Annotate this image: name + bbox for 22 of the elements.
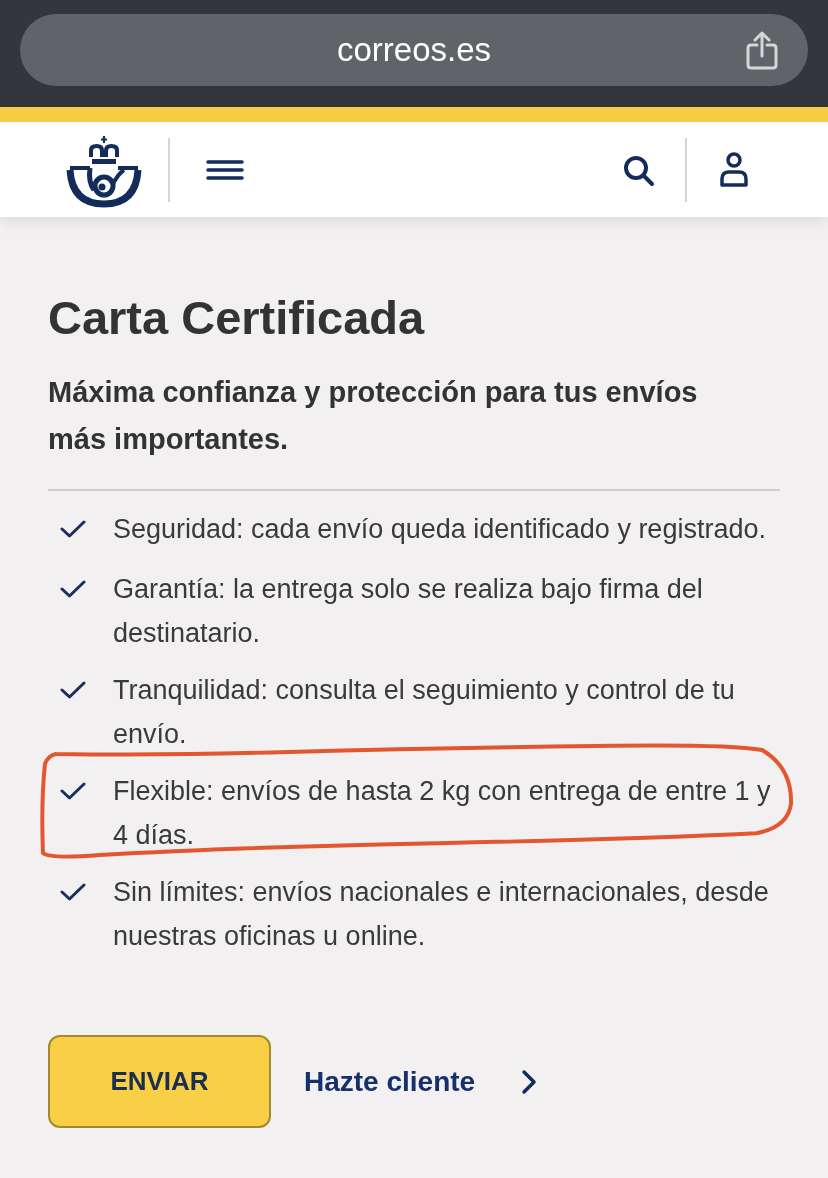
page-subtitle: Máxima confianza y protección para tus envíos más importantes.	[48, 375, 699, 457]
feature-text: Sin límites: envíos nacionales e internacionales, desde nuestras oficinas u online.	[113, 876, 770, 953]
become-client-link[interactable]: Hazte cliente	[304, 1065, 476, 1098]
post-horn-crown-logo-icon[interactable]	[66, 135, 142, 208]
menu-icon[interactable]	[206, 159, 244, 180]
share-icon[interactable]	[746, 30, 778, 70]
page-title: Carta Certificada	[48, 292, 426, 344]
send-button[interactable]: ENVIAR	[48, 1035, 271, 1128]
address-bar[interactable]: correos.es	[20, 14, 808, 86]
feature-text: Garantía: la entrega solo se realiza bajo firma del destinatario.	[113, 573, 704, 650]
check-icon	[60, 519, 86, 539]
chevron-right-icon[interactable]	[521, 1068, 538, 1095]
feature-text: Flexible: envíos de hasta 2 kg con entrega de entre 1 y 4 días.	[113, 775, 772, 852]
check-icon	[60, 882, 86, 902]
check-icon	[60, 781, 86, 801]
search-icon[interactable]	[623, 154, 655, 187]
feature-text: Tranquilidad: consulta el seguimiento y control de tu envío.	[113, 674, 736, 751]
url-text: correos.es	[336, 31, 492, 69]
feature-text: Seguridad: cada envío queda identificado y registrado.	[113, 513, 767, 546]
check-icon	[60, 579, 86, 599]
check-icon	[60, 680, 86, 700]
user-icon[interactable]	[719, 151, 749, 188]
